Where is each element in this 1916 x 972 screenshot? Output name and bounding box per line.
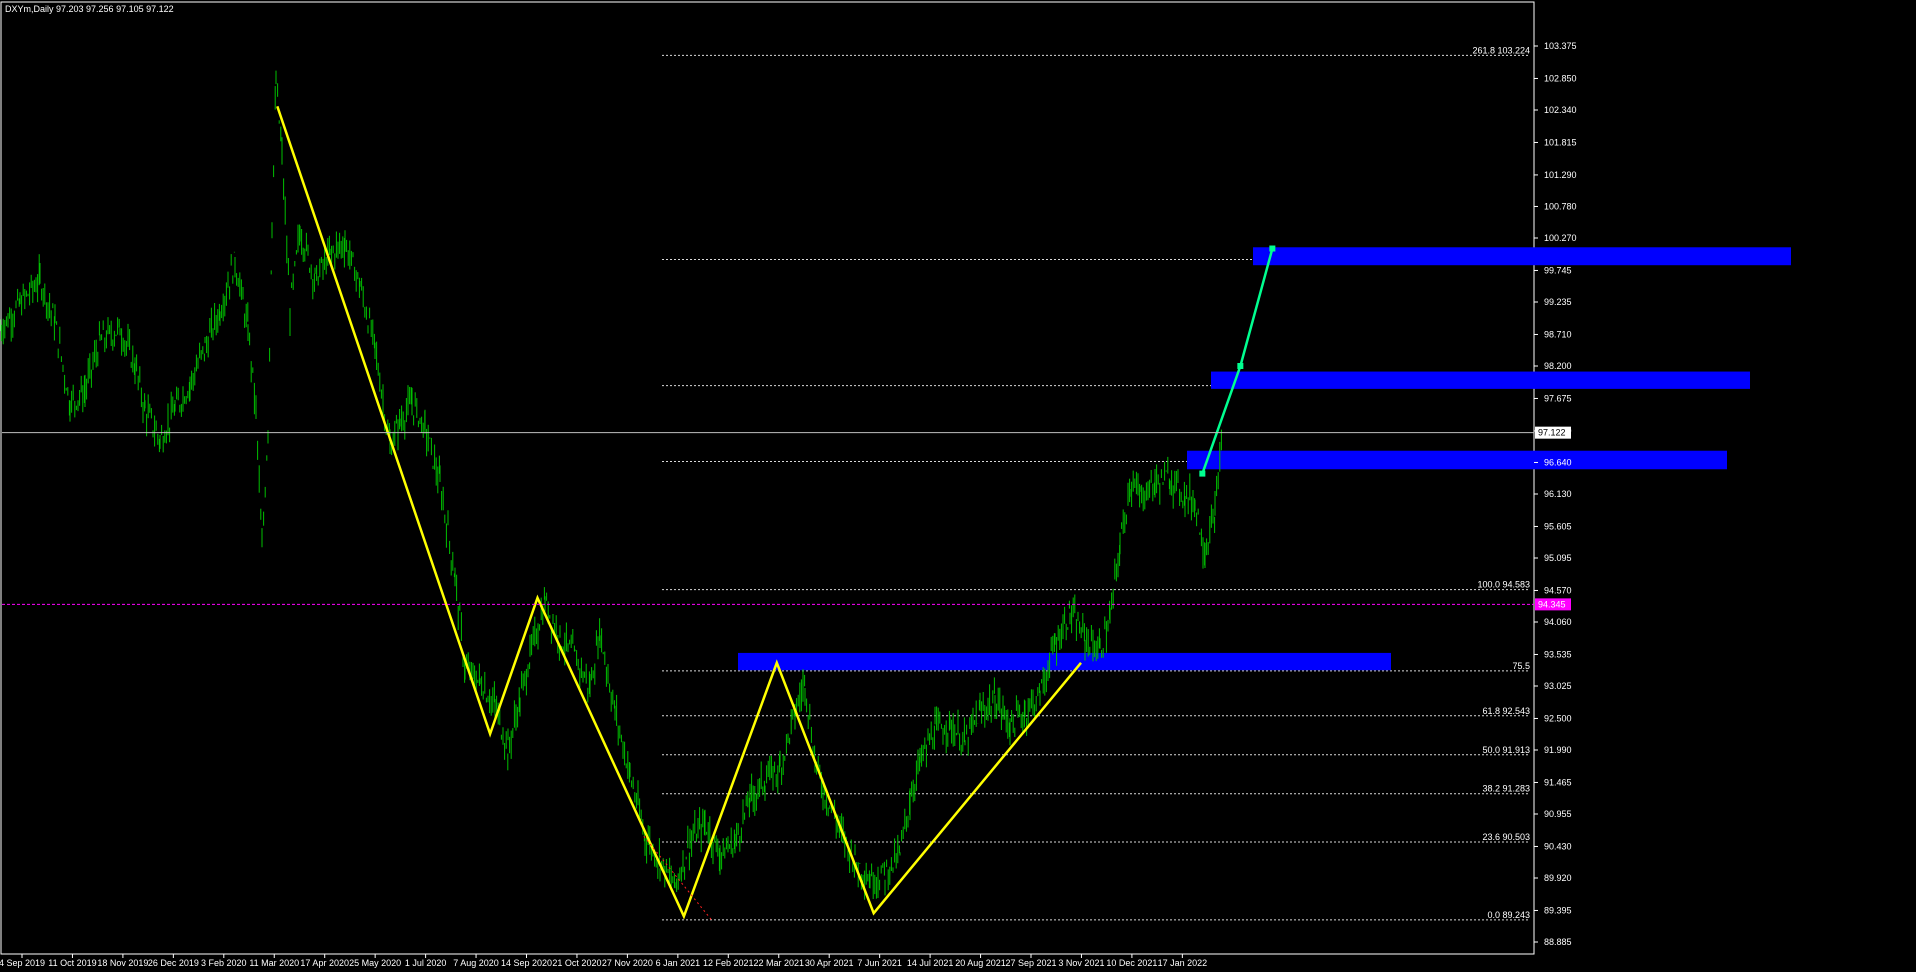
fib-level-label: 0.0 89.243 bbox=[1487, 910, 1530, 920]
fib-level-label: 50.0 91.913 bbox=[1482, 745, 1530, 755]
current-price-badge-label: 97.122 bbox=[1538, 428, 1566, 438]
price-tick-label: 95.605 bbox=[1544, 521, 1572, 531]
price-axis: 103.375 102.850 102.340 101.815 101.290 100.7… bbox=[1534, 41, 1577, 947]
price-tick-label: 91.990 bbox=[1544, 745, 1572, 755]
price-tick-label: 93.535 bbox=[1544, 649, 1572, 659]
time-tick-label: 21 Oct 2020 bbox=[552, 958, 601, 968]
time-tick-label: 22 Mar 2021 bbox=[753, 958, 804, 968]
time-tick-label: 30 Apr 2021 bbox=[805, 958, 854, 968]
time-tick-label: 27 Sep 2021 bbox=[1005, 958, 1056, 968]
symbol-label: DXYm,Daily 97.203 97.256 97.105 97.122 bbox=[5, 4, 174, 14]
time-tick-label: 3 Feb 2020 bbox=[201, 958, 247, 968]
fib-levels-layer: 261.8 103.224TP 200 99.923161.8 97.88313… bbox=[662, 45, 1530, 921]
plot-border bbox=[0, 1, 1535, 955]
time-tick-label: 11 Oct 2019 bbox=[48, 958, 96, 968]
price-tick-label: 100.270 bbox=[1544, 233, 1577, 243]
fib-level-label: 261.8 103.224 bbox=[1472, 45, 1530, 55]
time-axis: 4 Sep 2019 11 Oct 2019 18 Nov 2019 26 Dec 2… bbox=[0, 954, 1207, 968]
time-tick-label: 17 Jan 2022 bbox=[1158, 958, 1208, 968]
price-zone bbox=[1253, 247, 1791, 266]
price-tick-label: 92.500 bbox=[1544, 713, 1572, 723]
time-tick-label: 3 Nov 2021 bbox=[1058, 958, 1104, 968]
price-tick-label: 100.780 bbox=[1544, 201, 1577, 211]
price-tick-label: 97.675 bbox=[1544, 393, 1572, 403]
price-tick-label: 102.340 bbox=[1544, 105, 1577, 115]
price-tick-label: 91.465 bbox=[1544, 777, 1572, 787]
time-tick-label: 14 Sep 2020 bbox=[501, 958, 552, 968]
price-tick-label: 101.815 bbox=[1544, 137, 1577, 147]
price-tick-label: 90.955 bbox=[1544, 809, 1572, 819]
zones-layer bbox=[738, 247, 1791, 671]
price-tick-label: 96.130 bbox=[1544, 489, 1572, 499]
projection-line bbox=[1201, 248, 1274, 475]
time-tick-label: 7 Aug 2020 bbox=[453, 958, 499, 968]
fib-level-label: 38.2 91.283 bbox=[1482, 784, 1530, 794]
price-zone bbox=[1211, 371, 1750, 389]
price-tick-label: 89.920 bbox=[1544, 873, 1572, 883]
price-tick-label: 89.395 bbox=[1544, 905, 1572, 915]
time-tick-label: 10 Dec 2021 bbox=[1106, 958, 1157, 968]
time-tick-label: 11 Mar 2020 bbox=[249, 958, 299, 968]
price-tick-label: 103.375 bbox=[1544, 41, 1577, 51]
time-tick-label: 14 Jul 2021 bbox=[907, 958, 954, 968]
price-tick-label: 101.290 bbox=[1544, 170, 1577, 180]
price-tick-label: 95.095 bbox=[1544, 553, 1572, 563]
time-tick-label: 12 Feb 2021 bbox=[703, 958, 754, 968]
time-tick-label: 20 Aug 2021 bbox=[955, 958, 1006, 968]
price-tick-label: 93.025 bbox=[1544, 681, 1572, 691]
price-tick-label: 98.710 bbox=[1544, 329, 1572, 339]
price-tick-label: 94.570 bbox=[1544, 585, 1572, 595]
time-tick-label: 6 Jan 2021 bbox=[656, 958, 701, 968]
price-tick-label: 98.200 bbox=[1544, 361, 1572, 371]
projection-point bbox=[1269, 245, 1276, 252]
price-zone bbox=[738, 652, 1391, 671]
time-tick-label: 17 Apr 2020 bbox=[300, 958, 349, 968]
projection-point bbox=[1199, 470, 1206, 477]
projection-point bbox=[1237, 363, 1244, 369]
time-tick-label: 18 Nov 2019 bbox=[97, 958, 148, 968]
price-tick-label: 96.640 bbox=[1544, 457, 1572, 467]
pattern-zigzag-line bbox=[276, 105, 1082, 920]
time-tick-label: 27 Nov 2020 bbox=[602, 958, 653, 968]
time-tick-label: 7 Jun 2021 bbox=[857, 958, 902, 968]
price-tick-label: 102.850 bbox=[1544, 73, 1577, 83]
time-tick-label: 4 Sep 2019 bbox=[0, 958, 45, 968]
time-tick-label: 26 Dec 2019 bbox=[148, 958, 199, 968]
time-tick-label: 25 May 2020 bbox=[349, 958, 401, 968]
price-tick-label: 99.235 bbox=[1544, 297, 1572, 307]
price-tick-label: 94.060 bbox=[1544, 617, 1572, 627]
chart-window[interactable]: 261.8 103.224TP 200 99.923161.8 97.88313… bbox=[0, 0, 1916, 972]
price-tick-label: 99.745 bbox=[1544, 265, 1572, 275]
price-chart[interactable]: 261.8 103.224TP 200 99.923161.8 97.88313… bbox=[0, 0, 1916, 972]
fib-level-label: 75.5 bbox=[1512, 661, 1530, 671]
price-series-layer bbox=[0, 70, 1222, 900]
fib-level-label: 61.8 92.543 bbox=[1482, 706, 1530, 716]
fib-level-label: 23.6 90.503 bbox=[1482, 832, 1530, 842]
pattern-layer bbox=[276, 105, 1276, 921]
time-tick-label: 1 Jul 2020 bbox=[405, 958, 447, 968]
price-tick-label: 90.430 bbox=[1544, 841, 1572, 851]
price-tick-label: 88.885 bbox=[1544, 937, 1572, 947]
price-zone bbox=[1187, 450, 1727, 470]
fib-level-label: 100.0 94.583 bbox=[1477, 580, 1530, 590]
reference-price-badge-label: 94.345 bbox=[1538, 599, 1566, 609]
